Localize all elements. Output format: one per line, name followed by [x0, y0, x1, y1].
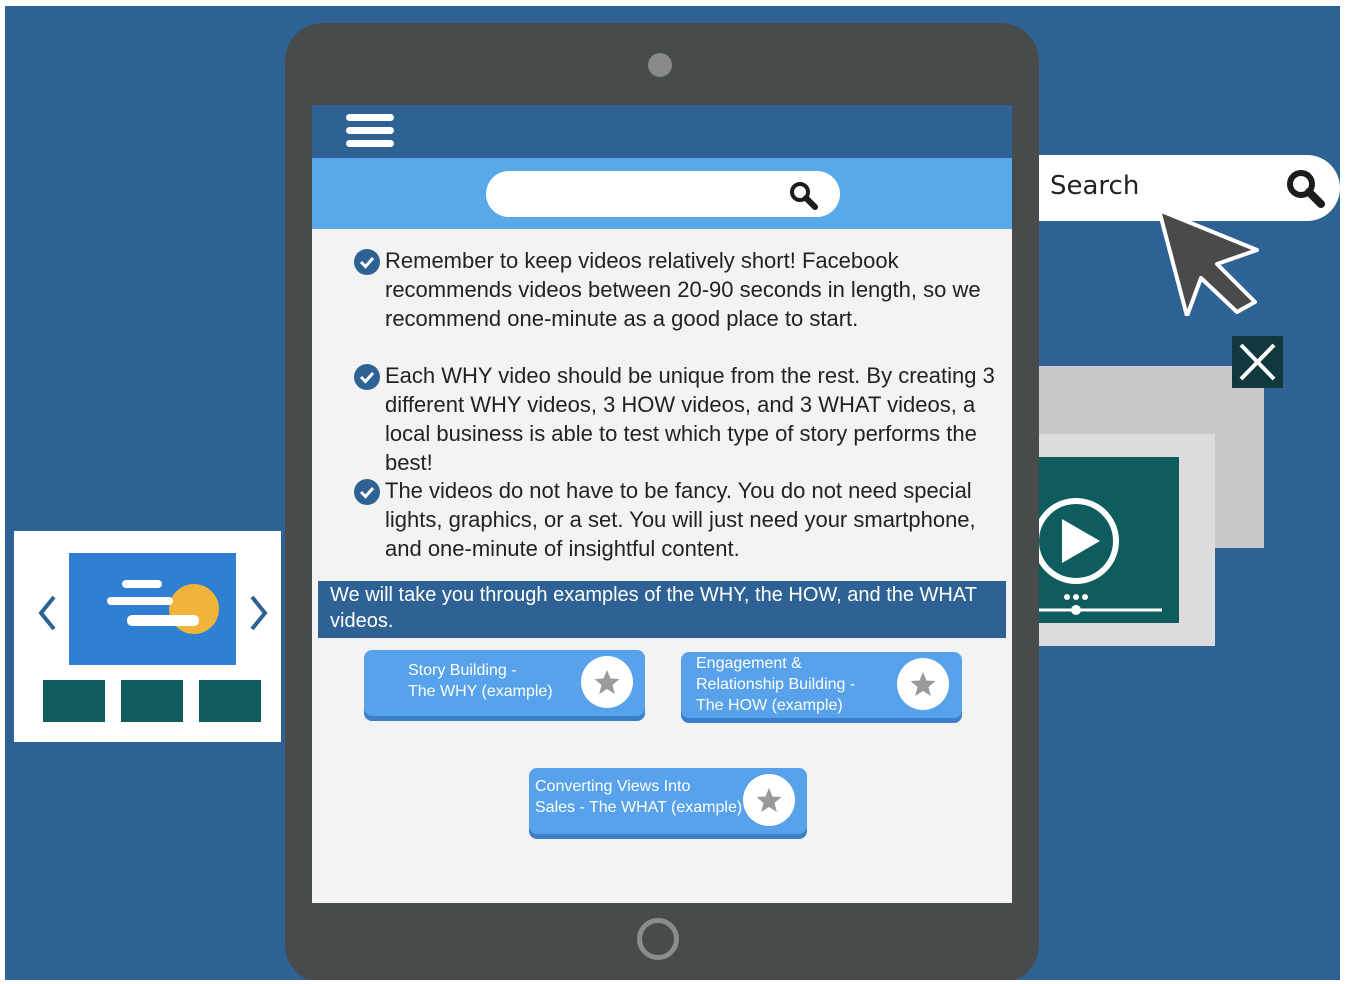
- app-search-input[interactable]: [486, 171, 840, 217]
- how-example-button[interactable]: Engagement & Relationship Building - The…: [681, 652, 962, 718]
- checkmark-icon: [354, 249, 380, 275]
- mouse-pointer-icon: [1157, 208, 1259, 316]
- weather-sun-icon: [107, 580, 219, 634]
- hamburger-icon[interactable]: [346, 114, 394, 150]
- checkmark-icon: [354, 364, 380, 390]
- camera-icon: [648, 53, 672, 77]
- app-header: [312, 105, 1012, 158]
- button-label-line: Engagement &: [696, 655, 802, 672]
- search-icon[interactable]: [788, 180, 820, 210]
- carousel-thumbnail[interactable]: [199, 680, 261, 722]
- button-label-line: The WHY (example): [408, 683, 553, 700]
- star-icon: [897, 658, 949, 710]
- search-placeholder: Search: [1050, 171, 1140, 201]
- tip-item: The videos do not have to be fancy. You …: [354, 476, 1004, 563]
- tip-text: The videos do not have to be fancy. You …: [385, 478, 976, 561]
- image-carousel-card: [14, 531, 281, 742]
- home-button[interactable]: [637, 918, 679, 960]
- play-icon[interactable]: [1033, 457, 1179, 623]
- tablet-device: Remember to keep videos relatively short…: [285, 23, 1039, 980]
- button-label-line: Sales - The WHAT (example): [535, 799, 743, 816]
- tablet-screen: Remember to keep videos relatively short…: [312, 105, 1012, 903]
- tip-item: Each WHY video should be unique from the…: [354, 361, 1004, 477]
- close-button[interactable]: [1232, 336, 1283, 388]
- search-icon[interactable]: [1284, 167, 1328, 211]
- tip-item: Remember to keep videos relatively short…: [354, 246, 1004, 333]
- illustration-background: Search Remember to keep videos relativel…: [5, 6, 1340, 980]
- why-example-button[interactable]: Story Building - The WHY (example): [364, 650, 645, 716]
- chevron-right-icon[interactable]: [246, 593, 270, 633]
- carousel-thumbnail[interactable]: [43, 680, 105, 722]
- star-icon: [581, 656, 633, 708]
- tip-text: Remember to keep videos relatively short…: [385, 248, 981, 331]
- search-band: [312, 158, 1012, 229]
- carousel-thumbnail[interactable]: [121, 680, 183, 722]
- button-label-line: Relationship Building -: [696, 676, 856, 693]
- button-label-line: Story Building -: [408, 662, 517, 679]
- button-label-line: The HOW (example): [696, 697, 843, 714]
- tip-text: Each WHY video should be unique from the…: [385, 363, 995, 475]
- button-label-line: Converting Views Into: [535, 778, 691, 795]
- close-icon: [1239, 343, 1276, 381]
- video-player[interactable]: [1033, 457, 1179, 623]
- checkmark-icon: [354, 479, 380, 505]
- info-banner: We will take you through examples of the…: [318, 581, 1006, 638]
- what-example-button[interactable]: Converting Views Into Sales - The WHAT (…: [529, 768, 807, 834]
- chevron-left-icon[interactable]: [36, 593, 60, 633]
- carousel-slide: [69, 553, 236, 665]
- star-icon: [743, 774, 795, 826]
